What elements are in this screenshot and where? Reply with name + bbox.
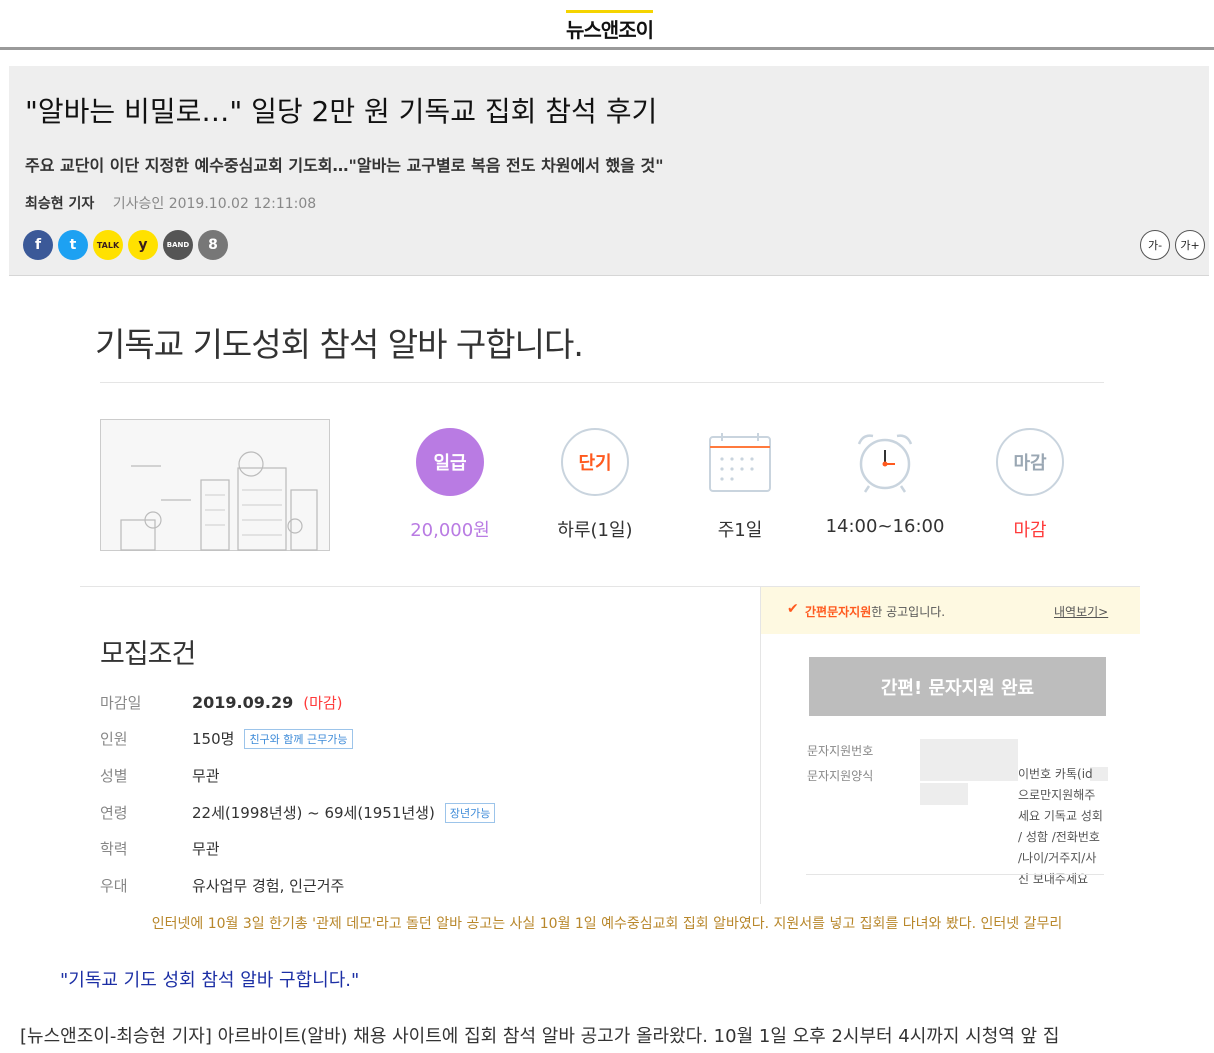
- condition-key: 학력: [100, 840, 128, 858]
- condition-key: 인원: [100, 730, 128, 748]
- condition-key: 성별: [100, 767, 128, 785]
- view-history-link[interactable]: 내역보기>: [1054, 603, 1108, 620]
- condition-value: 유사업무 경험, 인근거주: [192, 877, 345, 895]
- closed-label: (마감): [303, 694, 343, 712]
- publish-date: 기사승인 2019.10.02 12:11:08: [112, 196, 317, 212]
- top-bar: 뉴스앤조이: [0, 0, 1214, 50]
- period-value: 하루(1일): [557, 520, 633, 541]
- condition-value: 무관: [192, 840, 220, 858]
- days-info: 주1일: [680, 428, 800, 542]
- sms-format-label: 문자지원양식: [807, 769, 874, 783]
- alarm-clock-icon: [851, 428, 919, 496]
- share-buttons: f t TALK y BAND 8: [23, 230, 228, 260]
- article-header: "알바는 비밀로…" 일당 2만 원 기독교 집회 참석 후기 주요 교단이 이…: [9, 66, 1209, 276]
- condition-key: 우대: [100, 877, 128, 895]
- font-size-controls: 가- 가+: [1140, 230, 1205, 260]
- check-icon: ✔: [787, 601, 799, 617]
- band-icon[interactable]: BAND: [163, 230, 193, 260]
- byline: 최승현 기자 기사승인 2019.10.02 12:11:08: [25, 193, 316, 213]
- sms-apply-button[interactable]: 간편! 문자지원 완료: [809, 657, 1106, 716]
- link-icon[interactable]: 8: [198, 230, 228, 260]
- font-decrease-button[interactable]: 가-: [1140, 230, 1170, 260]
- deadline-value: 마감: [1013, 520, 1047, 541]
- condition-education: 학력 무관: [100, 838, 220, 859]
- condition-value: 무관: [192, 767, 220, 785]
- friends-ok-tag: 친구와 함께 근무가능: [244, 728, 353, 749]
- condition-key: 연령: [100, 804, 128, 822]
- sms-format-value: 이번호 카톡(id 으로만지원해주세요 기독교 성회 / 성함 /전화번호 /나…: [1018, 767, 1103, 886]
- period-info: 단기 하루(1일): [535, 428, 655, 542]
- deadline-info: 마감 마감: [970, 428, 1090, 542]
- job-title: 기독교 기도성회 참석 알바 구합니다.: [95, 325, 584, 364]
- sms-number-label: 문자지원번호: [807, 744, 874, 758]
- image-caption: 인터넷에 10월 3일 한기총 '관제 데모'라고 돌던 알바 공고는 사실 1…: [151, 916, 1063, 932]
- divider: [100, 382, 1104, 383]
- site-logo[interactable]: 뉴스앤조이: [566, 10, 654, 43]
- condition-value: 2019.09.29: [192, 693, 294, 712]
- author-name[interactable]: 최승현 기자: [25, 196, 94, 212]
- article-subhead: 주요 교단이 이단 지정한 예수중심교회 기도회…"알바는 교구별로 복음 전도…: [25, 156, 664, 175]
- font-increase-button[interactable]: 가+: [1175, 230, 1205, 260]
- kakaotalk-icon[interactable]: TALK: [93, 230, 123, 260]
- condition-deadline: 마감일 2019.09.29 (마감): [100, 692, 343, 713]
- short-term-badge: 단기: [561, 428, 629, 496]
- notice-rest: 한 공고입니다.: [871, 605, 946, 619]
- sms-format-text: 이번호 카톡(id 으로만지원해주세요 기독교 성회 / 성함 /전화번호 /나…: [926, 764, 1106, 890]
- condition-value: 22세(1998년생) ~ 69세(1951년생): [192, 804, 435, 822]
- daily-pay-badge: 일급: [416, 428, 484, 496]
- twitter-icon[interactable]: t: [58, 230, 88, 260]
- days-value: 주1일: [717, 520, 763, 541]
- facebook-icon[interactable]: f: [23, 230, 53, 260]
- pay-info: 일급 20,000원: [390, 428, 510, 542]
- pay-amount: 20,000원: [410, 520, 490, 541]
- condition-age: 연령 22세(1998년생) ~ 69세(1951년생) 장년가능: [100, 802, 496, 823]
- divider: [806, 874, 1104, 875]
- notice-message: 간편문자지원한 공고입니다.: [805, 603, 945, 620]
- condition-headcount: 인원 150명 친구와 함께 근무가능: [100, 728, 353, 749]
- condition-gender: 성별 무관: [100, 765, 220, 786]
- time-info: 14:00~16:00: [825, 428, 945, 537]
- deadline-badge: 마감: [996, 428, 1064, 496]
- senior-ok-tag: 장년가능: [444, 802, 496, 823]
- condition-value: 150명: [192, 730, 235, 748]
- sms-apply-notice: ✔ 간편문자지원한 공고입니다. 내역보기>: [761, 587, 1140, 634]
- pull-quote: "기독교 기도 성회 참석 알바 구합니다.": [60, 970, 360, 991]
- kakaostory-icon[interactable]: y: [128, 230, 158, 260]
- notice-highlight: 간편문자지원: [805, 605, 872, 619]
- condition-preference: 우대 유사업무 경험, 인근거주: [100, 875, 344, 896]
- article-headline: "알바는 비밀로…" 일당 2만 원 기독교 집회 참석 후기: [25, 95, 658, 128]
- article-body: [뉴스앤조이-최승현 기자] 아르바이트(알바) 채용 사이트에 집회 참석 알…: [20, 1026, 1060, 1047]
- conditions-title: 모집조건: [100, 639, 196, 670]
- condition-key: 마감일: [100, 694, 142, 712]
- calendar-icon: [706, 428, 774, 496]
- city-illustration: [100, 419, 330, 551]
- job-posting-screenshot: 기독교 기도성회 참석 알바 구합니다. 일급 20,000원 단기 하루(1일…: [80, 276, 1140, 904]
- time-value: 14:00~16:00: [825, 516, 945, 537]
